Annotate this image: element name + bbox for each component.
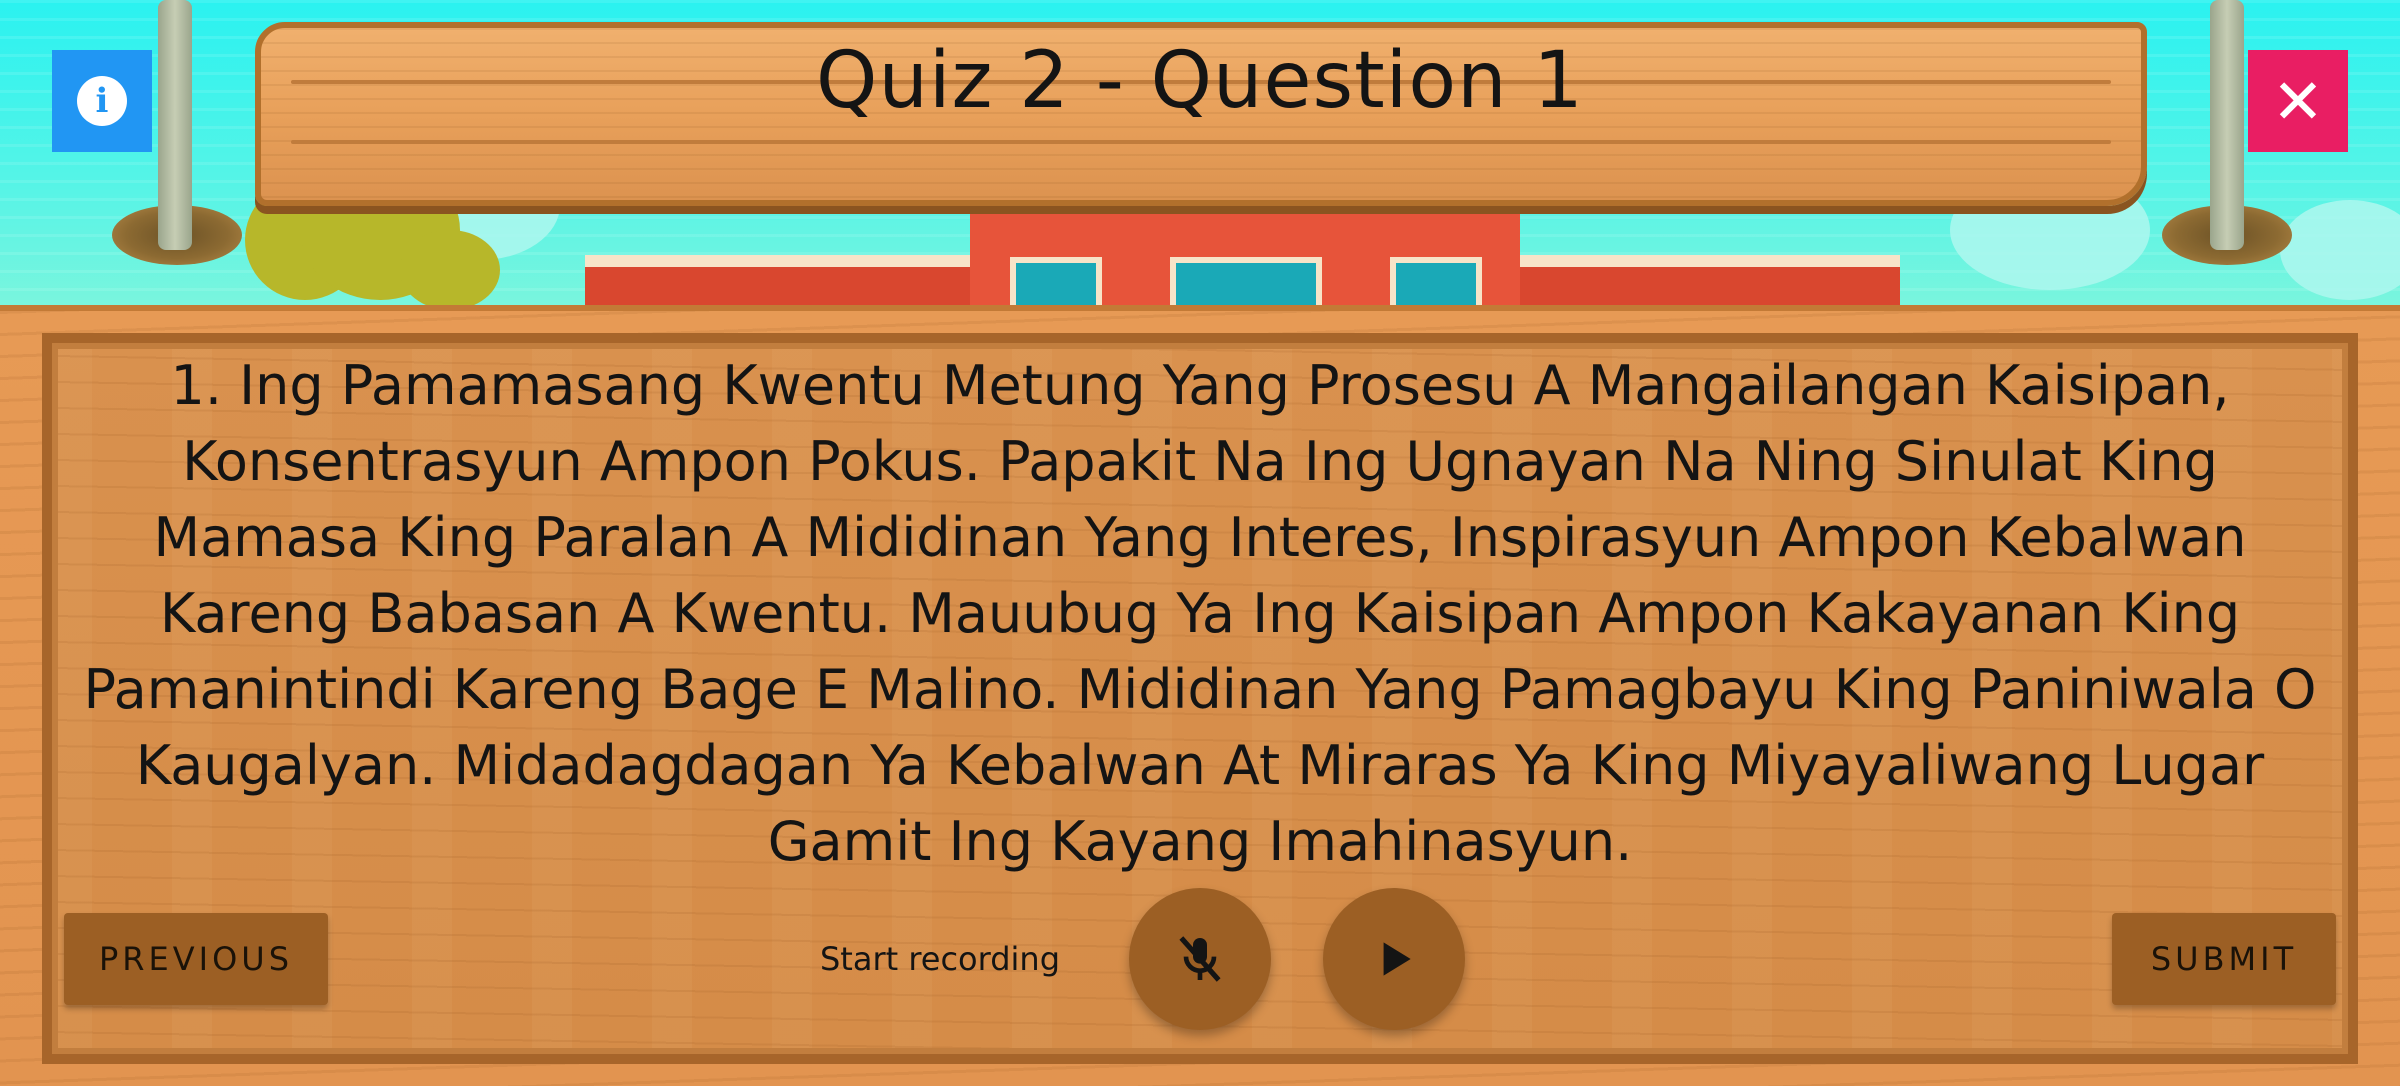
info-icon: i [77,76,127,126]
plank-divider [291,140,2111,144]
previous-button[interactable]: PREVIOUS [64,913,328,1005]
play-button[interactable] [1323,888,1465,1030]
submit-button[interactable]: SUBMIT [2112,913,2336,1005]
question-text: 1. Ing Pamamasang Kwentu Metung Yang Pro… [83,354,2317,873]
info-button[interactable]: i [52,50,152,152]
recording-label: Start recording [819,940,1061,978]
close-button[interactable]: ✕ [2248,50,2348,152]
mic-off-icon [1179,936,1221,982]
page-title: Quiz 2 - Question 1 [816,36,1584,126]
close-icon: ✕ [2272,64,2324,138]
play-icon [1383,942,1411,976]
bush [400,230,500,310]
record-button[interactable] [1129,888,1271,1030]
